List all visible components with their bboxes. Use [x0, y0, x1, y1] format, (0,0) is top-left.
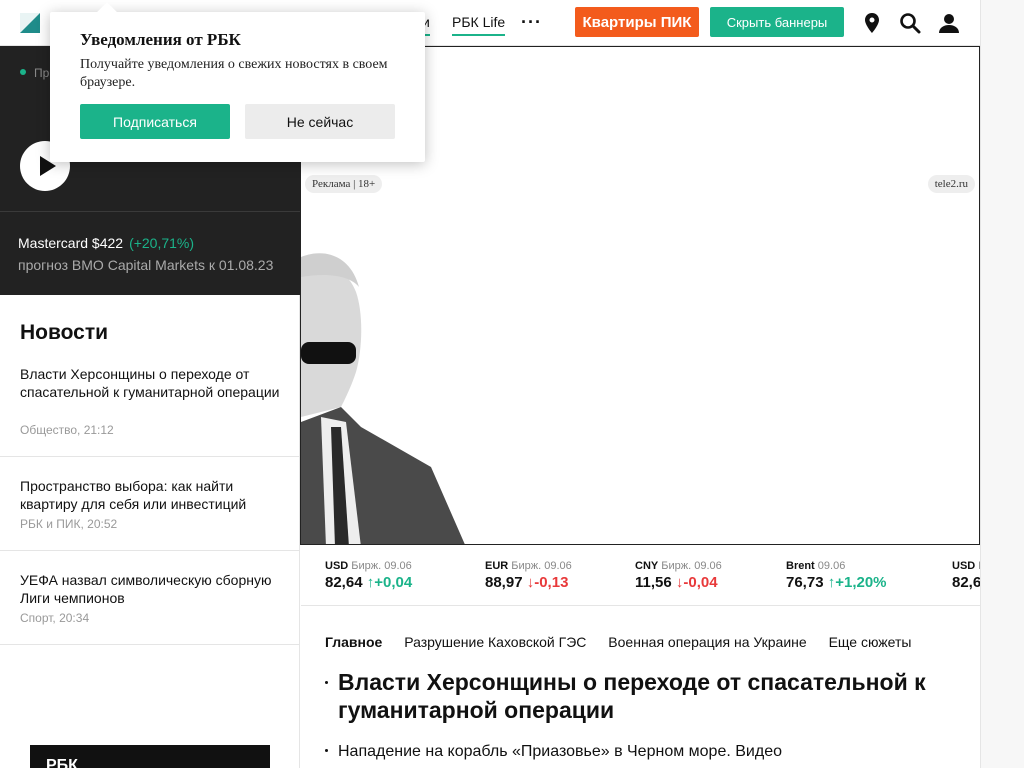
news-item-meta: Спорт, 20:34 — [20, 611, 90, 625]
rate-code: Brent — [786, 560, 815, 572]
subscribe-button[interactable]: Подписаться — [80, 104, 230, 139]
rate-change: +0,04 — [374, 574, 413, 591]
sub-headline[interactable]: Нападение на корабль «Приазовье» в Черно… — [338, 743, 782, 761]
news-heading: Новости — [20, 321, 109, 344]
rbc-logo-banner[interactable]: РБК — [30, 745, 270, 768]
nav-link-rbc-life[interactable]: РБК Life — [452, 14, 506, 36]
bullet-icon — [325, 749, 328, 752]
ad-person-image — [301, 253, 465, 544]
live-label: Пр — [34, 66, 50, 80]
tab-main[interactable]: Главное — [325, 634, 382, 650]
rate-code: CNY — [635, 560, 659, 572]
rate-change: +1,20% — [835, 574, 887, 591]
more-menu-icon[interactable]: ··· — [521, 12, 542, 33]
rate-source: Бирж. 09.06 — [351, 560, 412, 572]
notification-popup: Уведомления от РБК Получайте уведомления… — [50, 12, 425, 162]
rate-item[interactable]: Brent 09.06 76,73 ↑+1,20% — [786, 560, 887, 591]
ad-site-link[interactable]: tele2.ru — [927, 175, 975, 193]
right-gutter — [980, 0, 1024, 768]
currency-rates-strip: USD Бирж. 09.06 82,64 ↑+0,04 EUR Бирж. 0… — [301, 546, 980, 606]
hide-banners-button[interactable]: Скрыть баннеры — [710, 7, 844, 37]
news-item-meta: РБК и ПИК, 20:52 — [20, 517, 118, 531]
live-indicator-icon — [20, 69, 26, 75]
rate-item[interactable]: USD Бирж. 09.06 82,64 ↑+0,04 — [325, 560, 412, 591]
rate-code: USD — [325, 560, 349, 572]
rate-source: Бирж. 09.06 — [661, 560, 722, 572]
page: и РБК Life ··· Квартиры ПИК Скрыть банне… — [0, 0, 1024, 768]
rate-change: -0,04 — [683, 574, 718, 591]
news-item[interactable]: УЕФА назвал символическую сборную Лиги ч… — [0, 551, 300, 645]
rate-source: Бирж. 09.06 — [511, 560, 572, 572]
news-item[interactable]: Пространство выбора: как найти квартиру … — [0, 457, 300, 551]
news-item-title[interactable]: Пространство выбора: как найти квартиру … — [20, 477, 290, 513]
popup-title: Уведомления от РБК — [80, 30, 241, 49]
location-pin-icon[interactable] — [860, 11, 884, 35]
news-item-meta: Общество, 21:12 — [20, 423, 114, 437]
bullet-icon — [325, 681, 328, 684]
tab-kakhovka[interactable]: Разрушение Каховской ГЭС — [404, 634, 586, 650]
promo-button[interactable]: Квартиры ПИК — [575, 7, 699, 37]
rate-source: 09.06 — [817, 560, 846, 572]
rate-value: 76,73 — [786, 574, 824, 591]
main-headline[interactable]: Власти Херсонщины о переходе от спасател… — [338, 668, 958, 724]
rate-value: 11,56 — [635, 574, 672, 591]
user-icon[interactable] — [937, 11, 961, 35]
news-item-title[interactable]: Власти Херсонщины о переходе от спасател… — [20, 365, 290, 401]
not-now-button[interactable]: Не сейчас — [245, 104, 395, 139]
tab-military-operation[interactable]: Военная операция на Украине — [608, 634, 806, 650]
rate-change: -0,13 — [534, 574, 569, 591]
ticker-change: (+20,71%) — [129, 235, 195, 251]
rate-item[interactable]: EUR Бирж. 09.06 88,97 ↓-0,13 — [485, 560, 572, 591]
popup-text: Получайте уведомления о свежих новостях … — [80, 57, 388, 90]
rate-code: EUR — [485, 560, 509, 572]
story-tabs: Главное Разрушение Каховской ГЭС Военная… — [325, 634, 929, 650]
tab-more-stories[interactable]: Еще сюжеты — [829, 634, 912, 650]
ticker-note: прогноз BMO Capital Markets к 01.08.23 — [18, 257, 274, 273]
rate-item[interactable]: CNY Бирж. 09.06 11,56 ↓-0,04 — [635, 560, 722, 591]
rate-value: 88,97 — [485, 574, 523, 591]
search-icon[interactable] — [898, 11, 922, 35]
logo-icon[interactable] — [20, 13, 40, 33]
news-item-title[interactable]: УЕФА назвал символическую сборную Лиги ч… — [20, 571, 290, 607]
ticker-headline[interactable]: Mastercard $422 (+20,71%) — [18, 235, 194, 251]
news-item[interactable]: Власти Херсонщины о переходе от спасател… — [0, 365, 300, 457]
news-column: Новости Власти Херсонщины о переходе от … — [0, 295, 300, 768]
rate-source: Б — [978, 560, 980, 572]
rate-item[interactable]: USD Б 82,6 — [952, 560, 980, 591]
divider — [0, 211, 300, 212]
rate-value: 82,6 — [952, 574, 980, 591]
ad-label[interactable]: Реклама | 18+ — [305, 175, 383, 193]
ticker-name-price: Mastercard $422 — [18, 235, 124, 251]
rate-value: 82,64 — [325, 574, 363, 591]
rate-code: USD — [952, 560, 976, 572]
